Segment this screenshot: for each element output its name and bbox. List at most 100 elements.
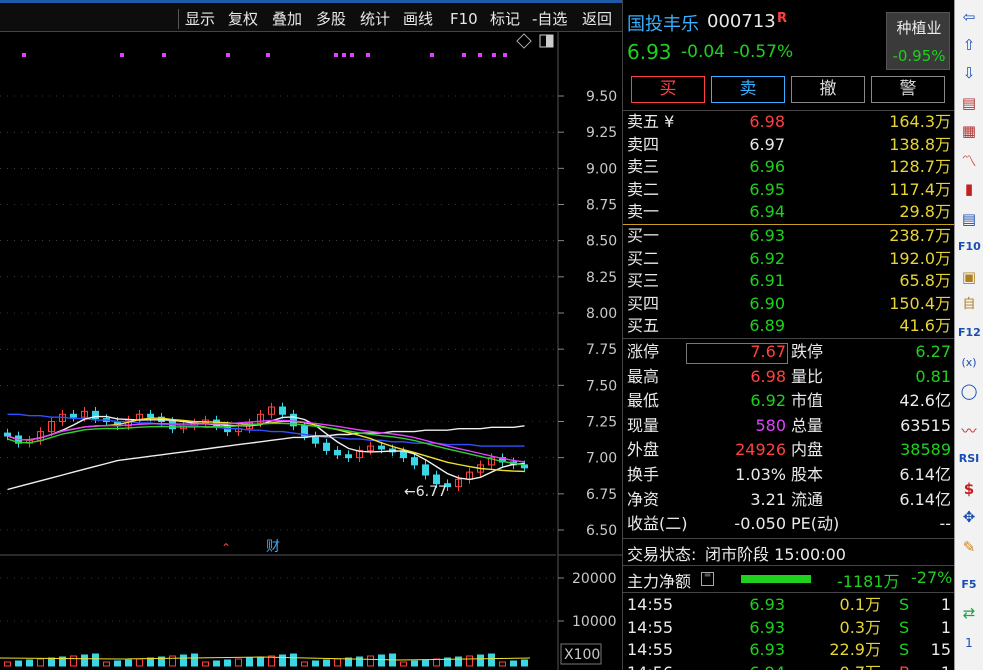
kline-chart[interactable]: 9.50 9.25 9.00 8.75 8.50 8.25 8.00 7.75 7.50 7.25… [0,32,622,670]
volume-bar [521,659,528,667]
stat-value: 6.14亿 [899,465,951,484]
f10-icon[interactable]: F10 [958,236,981,258]
buy-level-price: 6.90 [749,293,785,313]
volume-bar [246,657,253,667]
list-icon[interactable]: ▤ [958,92,980,114]
toolbar-overlay-button[interactable]: 叠加 [272,7,302,31]
main-net-flow-value: -1181万 [837,572,900,591]
sell-level-label: 卖三 [627,157,660,177]
main-net-flow-label: 主力净额 [627,572,692,591]
watchlist-icon[interactable]: ▣ [958,266,980,288]
toolbar-draw-line-button[interactable]: 画线 [403,7,433,31]
candle-body [378,445,385,450]
y-tick-label: 9.00 [586,161,617,177]
sell-level-row[interactable]: 卖四 6.97 138.8万 [623,134,955,156]
stat-value: -0.050 [734,514,786,534]
quote-panel: 国投丰乐 000713 R 6.93 -0.04 -0.57% 种植业 -0.9… [622,0,955,670]
pencil-icon[interactable]: ✎ [958,536,980,558]
toolbar-multi-stock-button[interactable]: 多股 [316,7,346,31]
toolbar-display-button[interactable]: 显示 [185,7,215,31]
volume-bar [15,660,22,667]
arrow-down-icon[interactable]: ⇩ [958,62,980,84]
document-icon[interactable]: ▤ [958,208,980,230]
f12-icon[interactable]: F12 [958,322,981,344]
toolbar-remove-watchlist-button[interactable]: -自选 [532,7,567,31]
page-number[interactable]: 1 [958,632,980,654]
volume-bar [279,654,286,667]
y-tick-label: 8.50 [586,234,617,250]
flow-detail-icon[interactable]: ≡ [701,571,714,586]
wave-icon[interactable]: 〰 [958,420,980,442]
tick-price: 6.93 [749,617,785,637]
arrow-left-icon[interactable]: ⇦ [958,6,980,28]
net-flow-bar [741,575,811,583]
stat-value: 3.21 [750,489,786,509]
buy-level-price: 6.91 [749,271,785,291]
candle-body [433,474,440,485]
sector-box[interactable]: 种植业 -0.95% [886,12,950,70]
line-chart-icon[interactable]: 〽 [958,150,980,172]
toolbar-f10-button[interactable]: F10 [450,7,478,31]
price-change: -0.04 [681,42,725,62]
buy-level-row[interactable]: 买五 6.89 41.6万 [623,315,955,337]
candle-body [334,449,341,456]
alert-button[interactable]: 警 [871,76,945,103]
kline-chart-area[interactable]: 9.50 9.25 9.00 8.75 8.50 8.25 8.00 7.75 7.50 7.25… [0,32,622,670]
sell-level-row[interactable]: 卖一 6.94 29.8万 [623,201,955,223]
sell-level-row[interactable]: 卖二 6.95 117.4万 [623,179,955,201]
volume-bar [136,658,143,667]
f5-icon[interactable]: F5 [958,574,980,596]
switch-icon[interactable]: ⇄ [958,602,980,624]
rsi-icon[interactable]: RSI [958,448,980,470]
arrow-up-icon[interactable]: ⇧ [958,34,980,56]
event-marker [478,53,482,57]
tick-volume: 0.3万 [839,617,881,637]
toolbar-back-button[interactable]: 返回 [582,7,612,31]
volume-bar [48,657,55,667]
sell-level-row[interactable]: 卖五 ¥ 6.98 164.3万 [623,111,955,133]
candle-body [422,464,429,476]
buy-level-row[interactable]: 买四 6.90 150.4万 [623,293,955,315]
stat-value: 6.92 [750,391,786,411]
buy-level-row[interactable]: 买二 6.92 192.0万 [623,248,955,270]
money-icon[interactable]: $ [958,478,980,500]
volume-bar [488,653,495,667]
stat-label: 外盘 [627,440,660,460]
volume-bar [477,654,484,667]
cancel-order-button[interactable]: 撤 [791,76,865,103]
event-marker [22,53,26,57]
sell-button[interactable]: 卖 [711,76,785,103]
event-marker [462,53,466,57]
tick-volume: 0.1万 [839,595,881,614]
tick-price: 6.93 [749,640,785,660]
buy-level-row[interactable]: 买三 6.91 65.8万 [623,270,955,292]
toolbar-statistics-button[interactable]: 统计 [360,7,390,31]
stat-row: 收益(二) -0.050 PE(动) -- [623,513,955,535]
sector-pct: -0.95% [892,47,946,65]
sell-level-row[interactable]: 卖三 6.96 128.7万 [623,156,955,178]
buy-level-price: 6.93 [749,226,785,245]
buy-level-label: 买二 [627,248,660,268]
y-tick-label: 6.75 [586,487,617,503]
buy-level-volume: 238.7万 [889,226,951,245]
volume-unit-label: X100 [564,647,600,663]
y-tick-label: 8.00 [586,306,617,322]
refresh-icon[interactable]: ◯ [958,380,980,402]
toolbar-mark-button[interactable]: 标记 [490,7,520,31]
kline-icon[interactable]: ▮ [958,178,980,200]
tick-time: 14:56 [627,662,673,670]
buy-button[interactable]: 买 [631,76,705,103]
grid-icon[interactable]: ▦ [958,120,980,142]
toolbar-restore-rights-button[interactable]: 复权 [228,7,258,31]
stat-label: 量比 [791,366,824,386]
buy-level-row[interactable]: 买一 6.93 238.7万 [623,225,955,247]
formula-icon[interactable]: (x) [958,352,980,374]
custom-icon[interactable]: 自 [958,294,980,316]
move-icon[interactable]: ✥ [958,506,980,528]
volume-bar [257,656,264,667]
volume-bar [411,660,418,667]
ma5-line [7,415,525,481]
buy-level-price: 6.92 [749,248,785,268]
candle-body [400,451,407,459]
buy-level-volume: 192.0万 [889,248,951,268]
